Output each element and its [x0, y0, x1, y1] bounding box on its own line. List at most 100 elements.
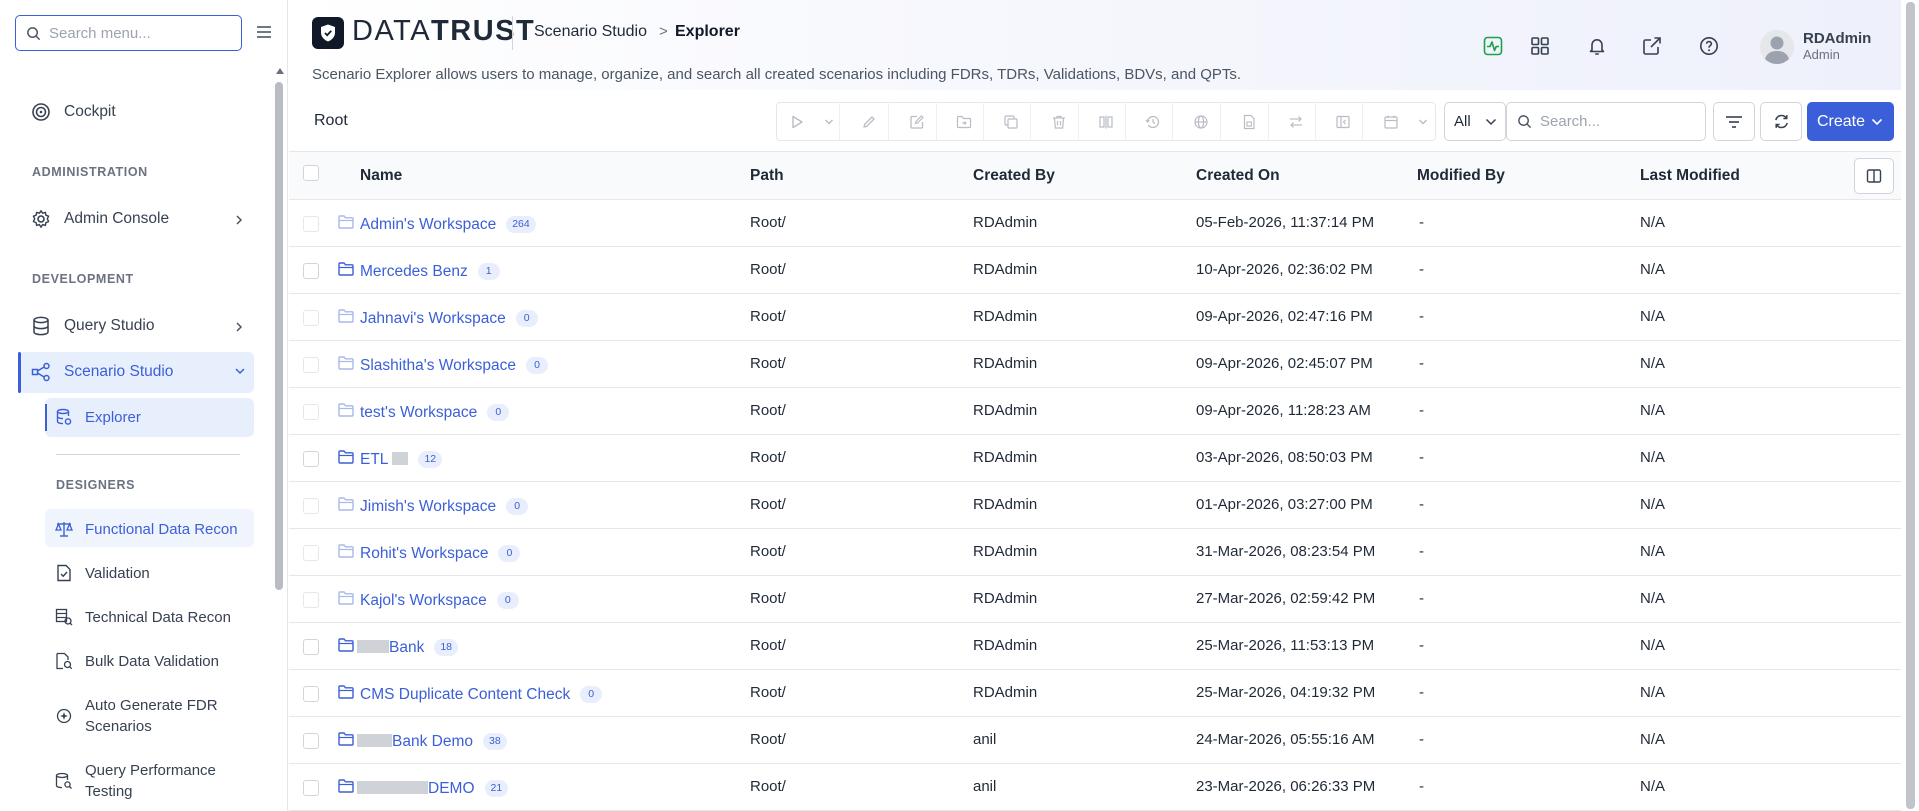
row-name-link[interactable]: Kajol's Workspace: [360, 592, 487, 609]
row-created-on-cell: 10-Apr-2026, 02:36:02 PM: [1196, 261, 1373, 278]
sidebar-search-input[interactable]: [49, 24, 219, 42]
explorer-search-box[interactable]: [1506, 102, 1706, 141]
sidebar: Cockpit ADMINISTRATION Admin Console DEV…: [0, 0, 288, 811]
refresh-button[interactable]: [1760, 102, 1802, 141]
history-button[interactable]: [1133, 102, 1173, 141]
chevron-right-icon[interactable]: [234, 214, 244, 226]
activity-icon[interactable]: [1481, 34, 1505, 58]
nav-item-admin-console[interactable]: Admin Console: [30, 208, 169, 230]
row-name-cell[interactable]: test's Workspace 0: [360, 404, 510, 422]
filter-button[interactable]: [1713, 102, 1755, 141]
create-button[interactable]: Create: [1807, 102, 1894, 141]
row-name-link[interactable]: Admin's Workspace: [360, 216, 496, 233]
row-name-link[interactable]: Jahnavi's Workspace: [360, 310, 506, 327]
nav-item-bulk-data-validation[interactable]: Bulk Data Validation: [55, 650, 219, 672]
run-dropdown-button[interactable]: [818, 102, 840, 141]
row-name-link[interactable]: Slashitha's Workspace: [360, 357, 516, 374]
column-header-modified-by[interactable]: Modified By: [1417, 167, 1505, 185]
select-all-checkbox[interactable]: [303, 165, 319, 181]
sidebar-search-box[interactable]: [15, 15, 242, 51]
run-button[interactable]: [777, 102, 817, 141]
schedule-button[interactable]: [1371, 102, 1411, 141]
delete-button[interactable]: [1039, 102, 1079, 141]
column-header-last-modified[interactable]: Last Modified: [1640, 167, 1740, 185]
explorer-search-input[interactable]: [1540, 113, 1690, 130]
nav-item-scenario-studio[interactable]: Scenario Studio: [30, 361, 173, 383]
row-name-cell[interactable]: Jimish's Workspace 0: [360, 498, 529, 516]
row-name-cell[interactable]: Rohit's Workspace 0: [360, 545, 521, 563]
compare-button[interactable]: [1086, 102, 1126, 141]
row-checkbox[interactable]: [303, 592, 319, 608]
row-name-cell[interactable]: Mercedes Benz 1: [360, 263, 500, 281]
nav-item-auto-generate-fdr[interactable]: Auto Generate FDR Scenarios: [55, 695, 218, 737]
row-name-link[interactable]: Bank: [389, 639, 424, 656]
row-name-cell[interactable]: Jahnavi's Workspace 0: [360, 310, 538, 328]
rename-button[interactable]: [897, 102, 937, 141]
help-circle-icon[interactable]: [1697, 34, 1721, 58]
user-name[interactable]: RDAdmin: [1803, 30, 1871, 47]
row-name-cell[interactable]: Admin's Workspace 264: [360, 216, 536, 234]
column-settings-button[interactable]: [1854, 158, 1894, 194]
row-name-cell[interactable]: Slashitha's Workspace 0: [360, 357, 549, 375]
nav-item-explorer[interactable]: Explorer: [55, 406, 141, 428]
edit-button[interactable]: [849, 102, 889, 141]
row-checkbox[interactable]: [303, 686, 319, 702]
row-name-link[interactable]: Mercedes Benz: [360, 263, 468, 280]
apps-grid-icon[interactable]: [1528, 34, 1552, 58]
row-name-link[interactable]: Bank Demo: [392, 733, 473, 750]
collapse-panel-button[interactable]: [1323, 102, 1363, 141]
row-name-link[interactable]: test's Workspace: [360, 404, 477, 421]
report-button[interactable]: [1229, 102, 1269, 141]
publish-button[interactable]: [1181, 102, 1221, 141]
row-checkbox[interactable]: [303, 404, 319, 420]
row-checkbox[interactable]: [303, 263, 319, 279]
row-checkbox[interactable]: [303, 545, 319, 561]
nav-item-query-performance-testing[interactable]: Query Performance Testing: [55, 760, 216, 802]
row-checkbox[interactable]: [303, 639, 319, 655]
menu-icon[interactable]: [256, 25, 272, 39]
nav-item-functional-data-recon[interactable]: Functional Data Recon: [55, 518, 238, 540]
row-checkbox[interactable]: [303, 357, 319, 373]
move-button[interactable]: [944, 102, 984, 141]
page-scrollbar[interactable]: [1906, 2, 1915, 809]
copy-button[interactable]: [991, 102, 1031, 141]
row-name-cell[interactable]: Kajol's Workspace 0: [360, 592, 519, 610]
bell-icon[interactable]: [1585, 34, 1609, 58]
column-header-name[interactable]: Name: [360, 167, 402, 185]
row-name-link[interactable]: Rohit's Workspace: [360, 545, 488, 562]
row-checkbox[interactable]: [303, 780, 319, 796]
row-checkbox[interactable]: [303, 310, 319, 326]
row-modified-by-cell: -: [1419, 449, 1424, 466]
nav-item-query-studio[interactable]: Query Studio: [30, 315, 154, 337]
row-name-cell[interactable]: CMS Duplicate Content Check 0: [360, 686, 603, 704]
transfer-button[interactable]: [1276, 102, 1316, 141]
avatar[interactable]: [1760, 30, 1794, 64]
row-name-cell[interactable]: DEMO 21: [357, 780, 509, 798]
row-name-cell[interactable]: Bank 18: [357, 639, 459, 657]
breadcrumb-scenario-studio[interactable]: Scenario Studio: [534, 23, 647, 41]
chevron-right-icon[interactable]: [234, 321, 244, 333]
row-name-link[interactable]: Jimish's Workspace: [360, 498, 496, 515]
row-checkbox[interactable]: [303, 216, 319, 232]
row-checkbox[interactable]: [303, 498, 319, 514]
chevron-down-icon[interactable]: [234, 366, 246, 376]
row-name-link[interactable]: DEMO: [428, 780, 475, 797]
column-header-created-by[interactable]: Created By: [973, 167, 1055, 185]
column-header-created-on[interactable]: Created On: [1196, 167, 1280, 185]
row-checkbox[interactable]: [303, 733, 319, 749]
nav-item-technical-data-recon[interactable]: Technical Data Recon: [55, 606, 231, 628]
sidebar-scroll-up-arrow[interactable]: [276, 68, 284, 74]
row-name-link[interactable]: CMS Duplicate Content Check: [360, 686, 570, 703]
row-name-cell[interactable]: Bank Demo 38: [357, 733, 507, 751]
section-label-administration: ADMINISTRATION: [32, 165, 148, 179]
row-name-cell[interactable]: ETL 12: [360, 451, 443, 469]
column-header-path[interactable]: Path: [750, 167, 784, 185]
external-link-icon[interactable]: [1640, 34, 1664, 58]
type-filter-select[interactable]: All: [1444, 102, 1506, 141]
row-checkbox[interactable]: [303, 451, 319, 467]
schedule-dropdown-button[interactable]: [1412, 102, 1434, 141]
nav-item-cockpit[interactable]: Cockpit: [30, 101, 116, 123]
row-name-link[interactable]: ETL: [360, 451, 388, 468]
nav-item-validation[interactable]: Validation: [55, 562, 150, 584]
sidebar-scrollbar[interactable]: [275, 82, 283, 590]
